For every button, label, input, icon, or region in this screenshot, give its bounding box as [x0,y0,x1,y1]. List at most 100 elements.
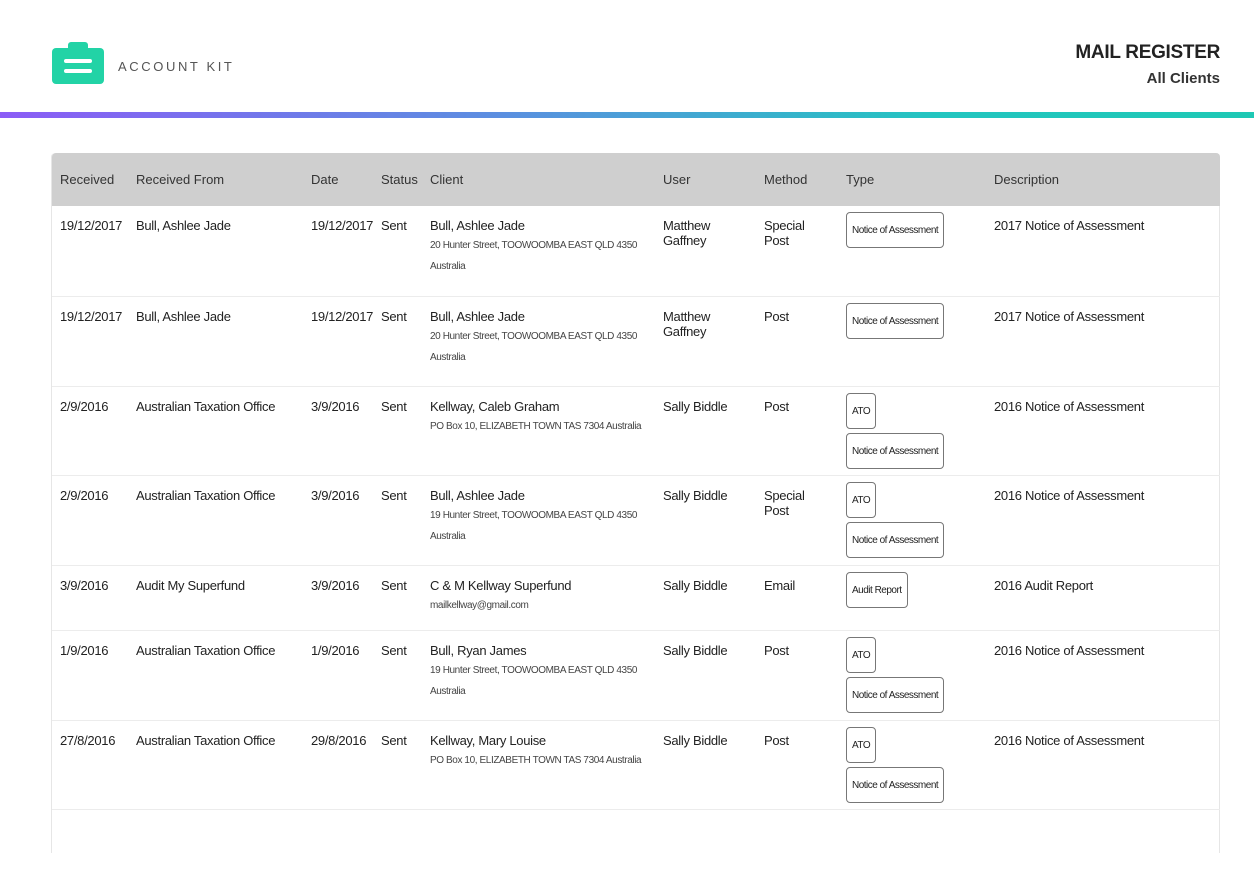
cell-type: ATO Notice of Assessment [838,630,986,720]
type-tag[interactable]: ATO [846,392,877,429]
cell-date: 29/8/2016 [311,732,367,748]
type-tag[interactable]: ATO [846,726,877,763]
client-address: 19 Hunter Street, TOOWOOMBA EAST QLD 435… [430,505,647,547]
column-header-client: Client [430,172,464,187]
type-tag[interactable]: ATO [846,636,877,673]
brand-name: ACCOUNT KIT [118,59,235,74]
client-address: 20 Hunter Street, TOOWOOMBA EAST QLD 435… [430,235,647,277]
report-subtitle: All Clients [1146,70,1220,87]
cell-received-from: Australian Taxation Office [136,642,276,658]
table-row: 3/9/2016 Audit My Superfund 3/9/2016 Sent C … [52,565,1220,630]
cell-received: 2/9/2016 [60,398,109,414]
cell-date: 1/9/2016 [311,642,360,658]
table-row: 19/12/2017 Bull, Ashlee Jade 19/12/2017 Sen… [52,296,1220,386]
cell-description: 2016 Notice of Assessment [994,732,1145,748]
cell-status: Sent [381,732,407,748]
cell-type: ATO Notice of Assessment [838,475,986,565]
cell-status: Sent [381,487,407,503]
client-address: mailkellway@gmail.com [430,595,647,616]
type-tags: Notice of Assessment [846,302,978,343]
cell-client: Bull, Ashlee Jade 20 Hunter Street, TOOWO… [422,296,655,386]
cell-type: Notice of Assessment [838,296,986,386]
cell-user: Matthew Gaffney [663,218,711,248]
client-address-line1: 20 Hunter Street, TOOWOOMBA EAST QLD 435… [430,240,638,251]
type-tags: ATO Notice of Assessment [846,726,978,807]
cell-description: 2016 Notice of Assessment [994,487,1145,503]
client-address-line2: Australia [430,685,466,697]
table-body: 19/12/2017 Bull, Ashlee Jade 19/12/2017 Sen… [52,206,1220,809]
cell-received: 2/9/2016 [60,487,109,503]
client-address-line1: 20 Hunter Street, TOOWOOMBA EAST QLD 435… [430,330,638,342]
type-tag[interactable]: Notice of Assessment [846,766,945,803]
cell-type: ATO Notice of Assessment [838,720,986,809]
type-tag[interactable]: ATO [846,481,877,518]
client-address-line1: 19 Hunter Street, TOOWOOMBA EAST QLD 435… [430,664,638,676]
table-header-row: Received Received From Date Status Client Use… [52,153,1220,206]
type-tags: ATO Notice of Assessment [846,481,978,562]
cell-received: 19/12/2017 [60,308,123,324]
table-row: 2/9/2016 Australian Taxation Office 3/9/20… [52,475,1220,565]
cell-received-from: Australian Taxation Office [136,398,276,414]
type-tag[interactable]: Notice of Assessment [846,521,945,558]
column-header-description: Description [994,172,1060,187]
cell-date: 3/9/2016 [311,577,360,593]
header-divider [0,112,1254,118]
client-address-line2: Australia [430,261,466,272]
client-address: PO Box 10, ELIZABETH TOWN TAS 7304 Austr… [430,416,647,437]
type-tag[interactable]: Notice of Assessment [846,212,945,248]
cell-received-from: Bull, Ashlee Jade [136,308,231,324]
cell-type: ATO Notice of Assessment [838,386,986,475]
cell-description: 2017 Notice of Assessment [994,218,1145,233]
cell-method: Post [764,398,789,414]
cell-method: Post [764,308,789,324]
type-tag[interactable]: Notice of Assessment [846,432,945,469]
cell-status: Sent [381,642,407,658]
type-tags: ATO Notice of Assessment [846,636,978,717]
column-header-status: Status [381,172,418,187]
cell-description: 2016 Notice of Assessment [994,642,1145,658]
cell-method: Post [764,732,789,748]
cell-status: Sent [381,398,407,414]
report-title: MAIL REGISTER [1075,42,1220,63]
cell-status: Sent [381,577,407,593]
table-row: 19/12/2017 Bull, Ashlee Jade 19/12/2017 Sen… [52,206,1220,296]
cell-received-from: Bull, Ashlee Jade [136,218,231,233]
type-tags: ATO Notice of Assessment [846,392,978,473]
cell-status: Sent [381,218,407,233]
column-header-date: Date [311,172,339,187]
cell-client: Kellway, Caleb Graham PO Box 10, ELIZABET… [422,386,655,475]
column-header-type: Type [846,172,875,187]
cell-method: Special Post [764,218,805,248]
cell-description: 2016 Audit Report [994,577,1093,593]
cell-date: 3/9/2016 [311,487,360,503]
type-tag[interactable]: Notice of Assessment [846,302,945,339]
cell-description: 2016 Notice of Assessment [994,398,1145,414]
type-tags: Notice of Assessment [846,212,978,252]
column-header-user: User [663,172,691,187]
type-tag[interactable]: Notice of Assessment [846,676,945,713]
column-header-received-from: Received From [136,172,225,187]
client-name: Bull, Ryan James [430,642,527,658]
cell-received: 19/12/2017 [60,218,123,233]
cell-client: Bull, Ryan James 19 Hunter Street, TOOWOO… [422,630,655,720]
cell-description: 2017 Notice of Assessment [994,308,1145,324]
cell-method: Special Post [764,487,805,518]
client-name: Bull, Ashlee Jade [430,487,525,503]
client-name: Bull, Ashlee Jade [430,218,525,233]
cell-type: Audit Report [838,565,986,630]
cell-user: Sally Biddle [663,577,728,593]
cell-received: 1/9/2016 [60,642,109,658]
client-address-line2: Australia [430,530,466,542]
cell-method: Post [764,642,789,658]
type-tags: Audit Report [846,571,978,612]
cell-client: C & M Kellway Superfund mailkellway@gmail… [422,565,655,630]
table-row: 27/8/2016 Australian Taxation Office 29/8/… [52,720,1220,809]
cell-status: Sent [381,308,407,324]
cell-user: Matthew Gaffney [663,308,711,339]
table-row: 2/9/2016 Australian Taxation Office 3/9/20… [52,386,1220,475]
cell-received: 27/8/2016 [60,732,116,748]
client-address: 20 Hunter Street, TOOWOOMBA EAST QLD 435… [430,326,647,368]
type-tag[interactable]: Audit Report [846,571,908,608]
cell-received: 3/9/2016 [60,577,109,593]
cell-date: 19/12/2017 [311,308,374,324]
